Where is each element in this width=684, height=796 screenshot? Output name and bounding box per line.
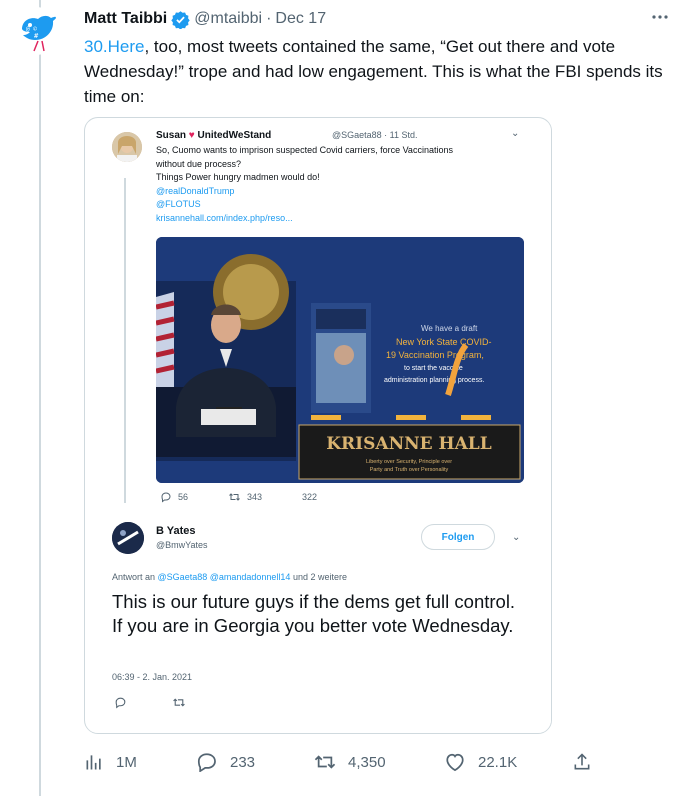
more-icon[interactable] [650,10,670,24]
tweet-link[interactable]: 30.Here [84,37,144,56]
replies-count: 233 [230,753,256,771]
tweet-header: Matt Taibbi @mtaibbi · Dec 17 [84,8,326,30]
retweet-icon [314,755,336,769]
thread-line [39,0,41,796]
like-button[interactable]: 22.1K [444,752,517,772]
chevron-down-icon: ⌄ [511,128,520,139]
heart-emoji-icon: ♥ [188,130,195,141]
reply-prefix: Antwort an [112,572,156,582]
twitter-bird-avatar-icon: @ © # [22,15,57,52]
reply-to-line: Antwort an @SGaeta88 @amandadonnell14 un… [112,572,347,582]
reply-text: This is our future guys if the dems get … [112,591,516,636]
embedded-name-suffix: UnitedWeStand [197,130,272,141]
author-name[interactable]: Matt Taibbi [84,10,167,28]
embedded-line-3: Things Power hungry madmen would do! [156,172,320,182]
like-icon [446,753,464,772]
reply-actions [114,696,231,709]
svg-text:New York State COVID-: New York State COVID- [396,337,492,347]
reply-button[interactable]: 233 [196,752,255,772]
embedded-link: krisannehall.com/index.php/reso... [156,212,293,223]
retweet-button[interactable]: 4,350 [314,752,386,772]
svg-text:We have a draft: We have a draft [421,324,478,333]
embedded-retweet-icon [229,493,240,501]
reply-suffix: und 2 weitere [292,572,347,582]
embedded-retweets-count: 343 [247,492,263,502]
embedded-name-text: Susan [156,130,187,141]
tweet-media[interactable]: Susan ♥ UnitedWeStand @SGaeta88 · 11 Std… [84,117,552,734]
embedded-author-name: Susan ♥ UnitedWeStand [156,130,271,141]
embedded-tweet-text: So, Cuomo wants to imprison suspected Co… [156,144,526,225]
views-button[interactable]: 1M [84,752,137,772]
verified-badge-icon [171,10,190,29]
views-icon [86,755,101,770]
svg-text:Party and Truth over Personali: Party and Truth over Personality [370,467,449,473]
reply-icon [197,753,216,772]
reply-author-handle: @BmwYates [156,540,208,550]
share-button[interactable] [572,752,604,772]
views-count: 1M [116,753,137,771]
embedded-screenshot: Susan ♥ UnitedWeStand @SGaeta88 · 11 Std… [86,122,551,732]
embedded-thread-line [124,178,126,503]
embedded-retweets: 343 [228,491,262,503]
reply-author-name: B Yates [156,525,196,537]
reply-avatar [112,522,144,554]
reply-retweet-icon [173,698,185,707]
embedded-replies-count: 56 [178,492,189,502]
author-handle[interactable]: @mtaibbi [194,10,262,28]
share-icon [574,753,590,770]
avatar[interactable]: @ © # [12,7,60,55]
reply-time: 06:39 - 2. Jan. 2021 [112,672,193,682]
timestamp[interactable]: Dec 17 [275,10,326,28]
embedded-avatar [112,132,142,162]
embedded-line-2: without due process? [156,158,242,169]
embedded-mention-2: @FLOTUS [156,199,201,209]
likes-count: 22.1K [478,753,518,771]
svg-text:Liberty over Security, Princip: Liberty over Security, Principle over [366,459,452,465]
tweet-text: 30.Here, too, most tweets contained the … [84,34,674,109]
svg-text:administration planning proces: administration planning process. [384,377,484,384]
embedded-replies: 56 [160,491,188,503]
reply-chevron-down-icon: ⌄ [512,532,521,543]
embedded-actions: 56 343 322 [160,491,357,503]
embedded-handle-time: @SGaeta88 · 11 Std. [332,130,418,140]
retweets-count: 4,350 [348,753,386,771]
embedded-reply-icon [161,492,171,503]
svg-text:KRISANNE HALL: KRISANNE HALL [326,434,491,454]
embedded-likes-count: 322 [302,492,318,502]
embedded-line-1: So, Cuomo wants to imprison suspected Co… [156,145,453,155]
follow-button: Folgen [421,524,495,550]
tweet-actions: 1M 233 4,350 22.1K [84,748,604,776]
reply-reply-icon [115,697,126,709]
embedded-likes: 322 [302,492,317,502]
reply-users: @SGaeta88 @amandadonnell14 [157,572,291,582]
svg-text:19 Vaccination Program,: 19 Vaccination Program, [386,350,484,360]
embedded-mention-1: @realDonaldTrump [156,185,235,196]
separator-dot: · [266,10,272,27]
embedded-image: We have a draft New York State COVID- 19… [156,237,524,483]
tweet-body: , too, most tweets contained the same, “… [84,37,663,106]
